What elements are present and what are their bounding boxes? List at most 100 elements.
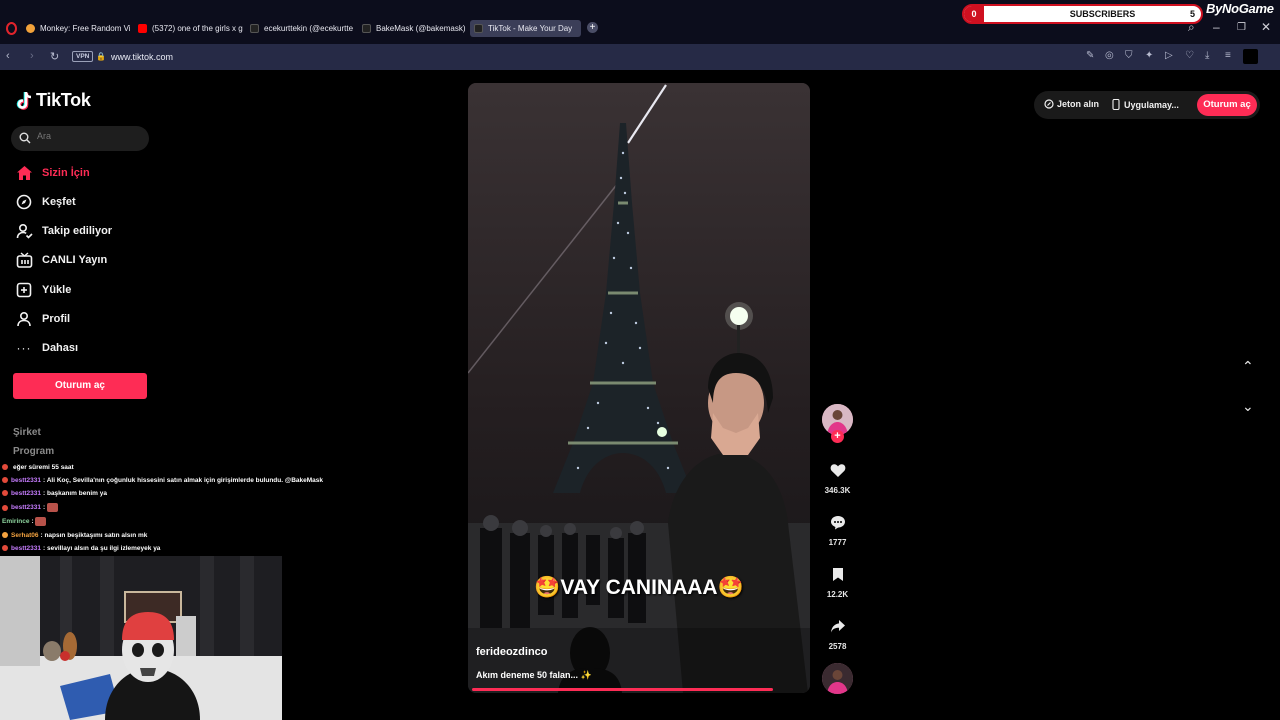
chat-text: : napsın beşiktaşımı satın alsın mk <box>40 532 148 539</box>
footer-link-company[interactable]: Şirket <box>13 427 41 438</box>
subscribers-label: SUBSCRIBERS <box>1069 9 1136 19</box>
back-icon[interactable]: ‹ <box>6 50 10 62</box>
sound-avatar[interactable] <box>822 663 853 694</box>
chat-badge-icon <box>2 490 8 497</box>
save-button[interactable]: 12.2K <box>822 567 853 599</box>
nav-label: Dahası <box>42 342 79 354</box>
subscribers-goal-widget: 0 SUBSCRIBERS 5 <box>962 4 1203 24</box>
previous-video-icon[interactable]: ⌃ <box>1242 358 1254 375</box>
nav-label: Keşfet <box>42 196 76 208</box>
nav-label: Sizin İçin <box>42 167 90 179</box>
lock-icon: 🔒 <box>96 52 106 61</box>
save-count: 12.2K <box>826 590 849 599</box>
tiktok-logo[interactable]: TikTok <box>16 90 91 111</box>
minimize-icon[interactable]: – <box>1213 20 1220 34</box>
tab-favicon-icon <box>26 24 35 33</box>
comment-button[interactable]: 1777 <box>822 515 853 547</box>
edit-icon[interactable]: ✎ <box>1086 50 1094 61</box>
tab-label: (5372) one of the girls x g <box>152 24 243 33</box>
nav-more[interactable]: ··· Dahası <box>15 338 79 358</box>
browser-tab[interactable]: BakeMask (@bakemask) | <box>358 20 468 37</box>
tiktok-favicon-icon <box>362 24 371 33</box>
share-count: 2578 <box>828 642 847 651</box>
nav-for-you[interactable]: Sizin İçin <box>15 163 90 183</box>
search-icon <box>19 132 31 144</box>
chat-emote-icon <box>35 517 47 526</box>
sound-disc-icon <box>822 663 853 694</box>
video-player[interactable]: 🤩VAY CANINAAA🤩 ferideozdinco Akım deneme… <box>468 83 810 693</box>
profile-extension-icon[interactable] <box>1243 49 1258 64</box>
camera-icon[interactable]: ◎ <box>1105 50 1114 61</box>
chat-badge-icon <box>2 477 8 484</box>
comment-icon <box>830 516 845 530</box>
opera-logo-icon[interactable] <box>6 22 17 35</box>
search-box[interactable] <box>11 126 149 151</box>
browser-tab[interactable]: ecekurttekin (@ecekurtte <box>246 20 356 37</box>
chat-text: : Ali Koç, Sevilla'nın çoğunluk hissesin… <box>43 477 323 484</box>
tab-label: Monkey: Free Random Vi <box>40 24 131 33</box>
extension-icon[interactable]: ✦ <box>1145 50 1153 61</box>
restore-icon[interactable]: ❐ <box>1237 22 1246 33</box>
subscribers-goal: 5 <box>1189 9 1195 19</box>
get-coins-button[interactable]: Jeton alın <box>1044 99 1099 109</box>
video-author[interactable]: ferideozdinco <box>476 646 548 658</box>
like-button[interactable]: 346.3K <box>822 463 853 495</box>
chat-message: bestt2331: Ali Koç, Sevilla'nın çoğunluk… <box>2 477 323 484</box>
reload-icon[interactable]: ↻ <box>50 50 59 63</box>
like-count: 346.3K <box>824 486 851 495</box>
phone-icon <box>1112 99 1120 110</box>
menu-icon[interactable]: ≡ <box>1225 50 1231 61</box>
nav-label: Takip ediliyor <box>42 225 113 237</box>
footer-link-program[interactable]: Program <box>13 446 54 457</box>
url-field[interactable]: www.tiktok.com <box>111 52 173 62</box>
live-icon <box>15 251 33 269</box>
vpn-badge[interactable]: VPN <box>72 51 94 62</box>
subscribers-current: 0 <box>964 6 984 22</box>
chat-message: Emirince: <box>2 517 47 526</box>
chat-message: Serhat06: napsın beşiktaşımı satın alsın… <box>2 532 147 539</box>
heart-icon <box>830 464 845 477</box>
play-icon[interactable]: ▷ <box>1165 50 1173 61</box>
chat-message: bestt2331: başkanım benim ya <box>2 490 107 497</box>
share-button[interactable]: 2578 <box>822 619 853 651</box>
chat-user: bestt2331 <box>11 504 41 512</box>
download-icon[interactable]: ⤓ <box>1205 50 1209 61</box>
nav-label: Yükle <box>42 284 72 296</box>
webcam-image <box>0 556 282 720</box>
video-description: Akım deneme 50 falan... ✨ <box>476 670 592 680</box>
share-icon <box>830 620 845 633</box>
follow-button[interactable]: + <box>831 430 844 443</box>
webcam-feed <box>0 556 282 720</box>
new-tab-button[interactable]: + <box>587 22 598 33</box>
video-overlay-caption: 🤩VAY CANINAAA🤩 <box>534 576 744 599</box>
browser-tab[interactable]: (5372) one of the girls x g <box>134 20 244 37</box>
chat-user: bestt2331 <box>11 477 41 484</box>
shield-icon[interactable]: ⛉ <box>1125 50 1133 61</box>
profile-icon <box>15 310 33 328</box>
nav-live[interactable]: CANLI Yayın <box>15 250 107 270</box>
chat-text: : sevillayı alsın da şu ilgi izlemeyek y… <box>43 545 161 552</box>
nav-explore[interactable]: Keşfet <box>15 192 76 212</box>
nav-upload[interactable]: Yükle <box>15 280 71 300</box>
chat-message: bestt2331: <box>2 503 58 512</box>
search-input[interactable] <box>37 131 137 141</box>
sidebar-login-button[interactable]: Oturum aç <box>13 373 147 399</box>
nav-following[interactable]: Takip ediliyor <box>15 221 112 241</box>
video-frame-image <box>468 83 810 693</box>
browser-tab-active[interactable]: TikTok - Make Your Day <box>470 20 581 37</box>
header-login-button[interactable]: Oturum aç <box>1197 94 1257 116</box>
chat-emote-icon <box>46 503 58 512</box>
tiktok-logo-text: TikTok <box>36 90 91 110</box>
get-app-button[interactable]: Uygulamay... <box>1112 99 1179 110</box>
nav-label: Profil <box>42 313 71 325</box>
next-video-icon[interactable]: ⌄ <box>1242 398 1254 415</box>
browser-tab[interactable]: Monkey: Free Random Vi <box>22 20 132 37</box>
chat-user: Emirince <box>2 518 30 526</box>
chat-user: bestt2331 <box>11 545 41 552</box>
forward-icon[interactable]: › <box>30 50 34 62</box>
close-icon[interactable]: ✕ <box>1261 20 1271 34</box>
heart-icon[interactable]: ♡ <box>1185 50 1194 61</box>
video-progress-bar[interactable] <box>472 688 773 691</box>
nav-profile[interactable]: Profil <box>15 309 70 329</box>
tab-label: BakeMask (@bakemask) | <box>376 24 468 33</box>
